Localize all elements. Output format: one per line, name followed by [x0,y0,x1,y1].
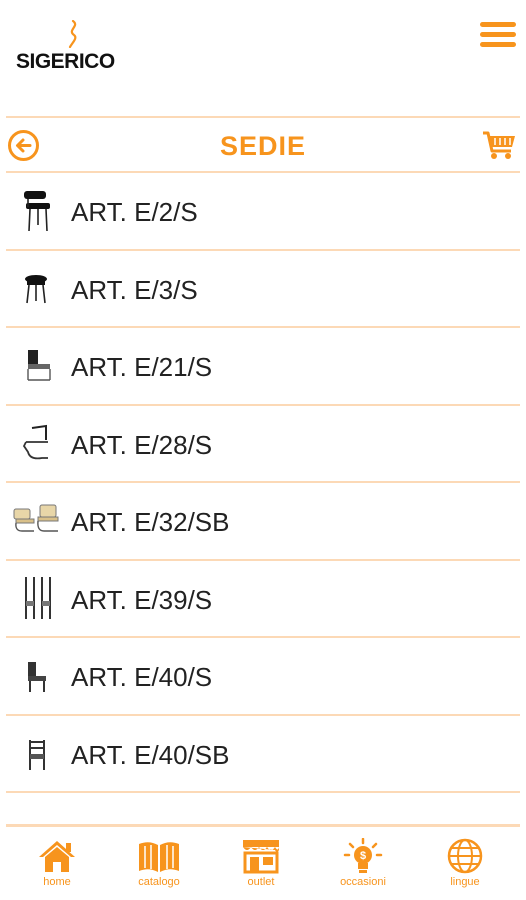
list-item-label: ART. E/28/S [71,429,213,460]
chair-thumbnail-icon [24,191,50,232]
globe-icon [447,838,483,874]
product-list: ART. E/2/S ART. E/3/S ART. E/21/S ART. E… [6,173,520,793]
app-screen: SIGERICO SEDIE ART. E/2/S ART. E/3/S ART… [0,0,526,900]
list-item[interactable]: ART. E/39/S [6,561,520,638]
store-icon [243,840,279,874]
bottom-navigation: home catalogo outlet $ occasioni lingue [0,828,526,900]
cantilever-chair-thumbnail-icon [22,424,48,459]
nav-lingue[interactable]: lingue [425,838,505,898]
logo-wordmark: SIGERICO [16,50,115,73]
lightbulb-dollar-icon: $ [343,838,383,873]
sigerico-logo[interactable]: SIGERICO [16,20,131,76]
list-item[interactable]: ART. E/32/SB [6,483,520,561]
nav-label: catalogo [138,876,180,888]
header: SIGERICO [0,0,526,116]
chair-thumbnail-icon [27,350,51,381]
catalog-book-icon [139,842,179,872]
nav-label: outlet [247,876,275,888]
list-item[interactable]: ART. E/21/S [6,328,520,406]
shopping-cart-icon[interactable] [482,129,516,161]
svg-text:$: $ [360,850,366,862]
list-item[interactable]: ART. E/28/S [6,406,520,483]
page-title: SEDIE [219,131,307,161]
nav-catalogo[interactable]: catalogo [119,838,199,898]
chair-pair-thumbnail-icon [13,504,59,532]
flame-icon [68,20,77,48]
list-end-divider [6,793,520,827]
list-item[interactable]: ART. E/40/S [6,638,520,716]
nav-label: lingue [450,876,480,888]
nav-label: occasioni [340,876,386,888]
chair-thumbnail-icon [28,662,46,692]
list-item-label: ART. E/2/S [71,197,198,227]
list-item-label: ART. E/32/SB [71,507,230,537]
category-titlebar: SEDIE [6,116,520,173]
nav-home[interactable]: home [17,838,97,898]
nav-outlet[interactable]: outlet [221,838,301,898]
tall-chair-thumbnail-icon [25,576,51,619]
nav-label: home [43,876,71,888]
list-item-label: ART. E/21/S [71,352,213,382]
nav-occasioni[interactable]: $ occasioni [323,838,403,898]
list-item-label: ART. E/40/S [71,662,213,692]
home-icon [39,841,75,872]
chair-thumbnail-icon [29,739,45,770]
list-item[interactable]: ART. E/2/S [6,173,520,251]
hamburger-menu-icon[interactable] [480,22,516,48]
stool-thumbnail-icon [25,274,47,303]
list-item-label: ART. E/40/SB [71,739,230,770]
list-item-label: ART. E/39/S [71,584,213,615]
list-item[interactable]: ART. E/40/SB [6,716,520,793]
list-item-label: ART. E/3/S [71,274,198,305]
list-item[interactable]: ART. E/3/S [6,251,520,328]
